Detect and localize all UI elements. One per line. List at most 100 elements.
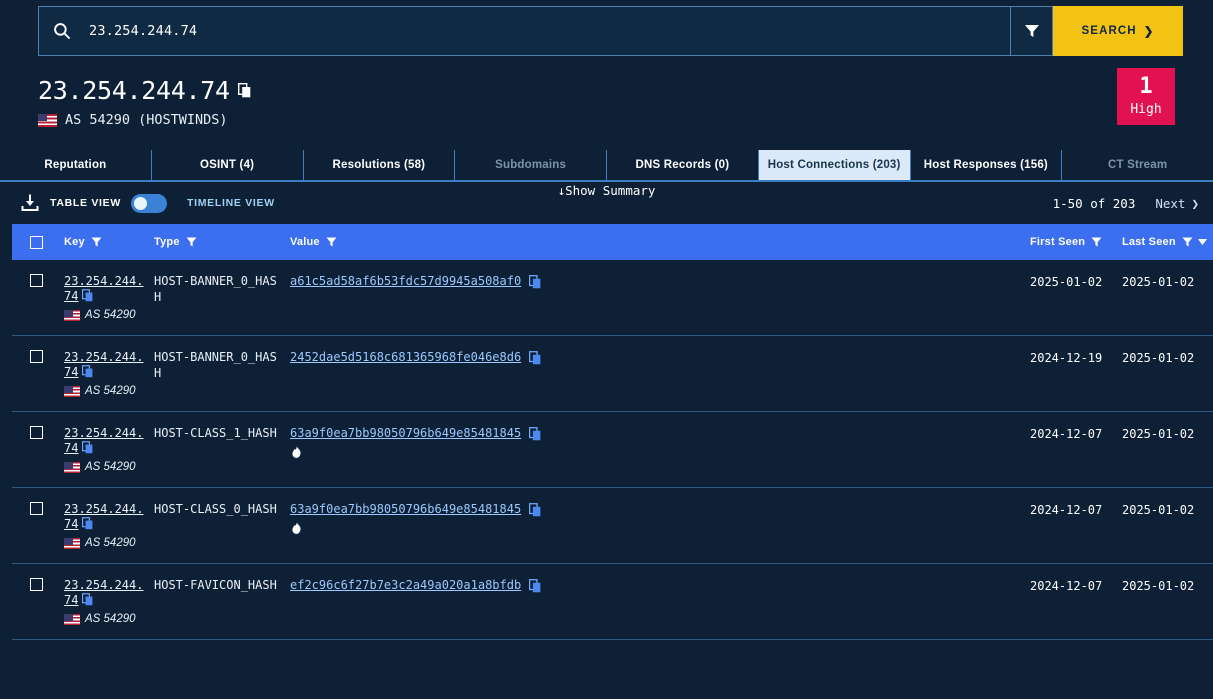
us-flag-icon: [64, 309, 80, 321]
copy-icon[interactable]: [237, 83, 251, 98]
download-icon[interactable]: [20, 193, 40, 213]
cell-value: 63a9f0ea7bb98050796b649e85481845: [286, 411, 1026, 488]
tab-ct-stream: CT Stream: [1107, 159, 1168, 171]
copy-icon[interactable]: [529, 275, 541, 289]
copy-icon[interactable]: [529, 579, 541, 593]
row-checkbox[interactable]: [30, 426, 43, 439]
cell-first-seen: 2025-01-02: [1026, 260, 1118, 336]
cell-last-seen: 2025-01-02: [1118, 411, 1213, 488]
flame-icon: [291, 521, 302, 535]
tab-host-connections[interactable]: Host Connections (203): [758, 150, 911, 180]
column-label-last-seen: Last Seen: [1122, 236, 1176, 248]
us-flag-icon: [64, 385, 80, 397]
key-link[interactable]: 23.254.244.74: [64, 274, 143, 303]
cell-first-seen: 2024-12-19: [1026, 335, 1118, 412]
us-flag-icon: [64, 461, 80, 473]
search-bar: 23.254.244.74 SEARCH ❯: [38, 6, 1183, 56]
value-link[interactable]: 2452dae5d5168c681365968fe046e8d6: [290, 350, 521, 364]
search-input[interactable]: 23.254.244.74: [38, 6, 1011, 56]
row-asn: AS 54290: [64, 537, 146, 549]
copy-icon[interactable]: [529, 427, 541, 441]
row-checkbox-cell: [12, 335, 60, 412]
row-checkbox[interactable]: [30, 578, 43, 591]
copy-icon[interactable]: [81, 517, 93, 530]
row-checkbox-cell: [12, 411, 60, 488]
funnel-icon[interactable]: [186, 237, 197, 247]
funnel-icon[interactable]: [1091, 237, 1102, 247]
copy-icon[interactable]: [81, 365, 93, 378]
cell-last-seen: 2025-01-02: [1118, 335, 1213, 412]
tab-osint[interactable]: OSINT (4): [152, 150, 304, 180]
tab-host-responses[interactable]: Host Responses (156): [911, 150, 1063, 180]
row-asn-label: AS 54290: [85, 537, 136, 549]
next-page-button[interactable]: Next ❯: [1155, 196, 1199, 211]
row-checkbox[interactable]: [30, 350, 43, 363]
table-toolbar: TABLE VIEW TIMELINE VIEW ↓Show Summary 1…: [0, 182, 1213, 224]
cell-type: HOST-BANNER_0_HASH: [150, 335, 286, 412]
column-header-type[interactable]: Type: [150, 224, 286, 260]
tab-reputation[interactable]: Reputation: [0, 150, 152, 180]
row-checkbox-cell: [12, 487, 60, 564]
copy-icon[interactable]: [81, 441, 93, 454]
search-filter-button[interactable]: [1011, 6, 1053, 56]
pagination: 1-50 of 203 Next ❯: [1053, 196, 1199, 211]
cell-last-seen: 2025-01-02: [1118, 260, 1213, 336]
key-link[interactable]: 23.254.244.74: [64, 578, 143, 607]
view-mode-toggle[interactable]: [130, 193, 167, 213]
funnel-icon[interactable]: [1182, 237, 1193, 247]
cell-value: ef2c96c6f27b7e3c2a49a020a1a8bfdb: [286, 563, 1026, 640]
row-checkbox[interactable]: [30, 274, 43, 287]
column-header-first-seen[interactable]: First Seen: [1026, 224, 1118, 260]
table-body: 23.254.244.74 AS 54290 HOST-BANNER_0_HASH…: [12, 260, 1213, 640]
funnel-icon[interactable]: [326, 237, 337, 247]
next-page-label: Next: [1155, 195, 1186, 211]
row-checkbox[interactable]: [30, 502, 43, 515]
sort-descending-icon[interactable]: [1197, 239, 1207, 245]
cell-last-seen: 2025-01-02: [1118, 563, 1213, 640]
copy-icon[interactable]: [529, 503, 541, 517]
table-row: 23.254.244.74 AS 54290 HOST-FAVICON_HASH e…: [12, 563, 1213, 640]
value-link[interactable]: 63a9f0ea7bb98050796b649e85481845: [290, 426, 521, 440]
tab-dns-records[interactable]: DNS Records (0): [607, 150, 759, 180]
funnel-icon: [1024, 25, 1039, 37]
column-header-value[interactable]: Value: [286, 224, 1026, 260]
row-checkbox-cell: [12, 260, 60, 336]
tab-subdomains: Subdomains: [455, 150, 607, 180]
pagination-range: 1-50 of 203: [1052, 195, 1136, 211]
copy-icon[interactable]: [529, 351, 541, 365]
row-checkbox-cell: [12, 563, 60, 640]
show-summary-button[interactable]: ↓Show Summary: [558, 183, 656, 198]
value-link[interactable]: 63a9f0ea7bb98050796b649e85481845: [290, 502, 521, 516]
search-button[interactable]: SEARCH ❯: [1053, 6, 1183, 56]
key-link[interactable]: 23.254.244.74: [64, 426, 143, 455]
column-label-type: Type: [154, 236, 180, 248]
cell-type: HOST-CLASS_1_HASH: [150, 411, 286, 488]
timeline-view-label[interactable]: TIMELINE VIEW: [187, 197, 275, 209]
cell-type: HOST-CLASS_0_HASH: [150, 487, 286, 564]
row-asn: AS 54290: [64, 613, 146, 625]
value-link[interactable]: a61c5ad58af6b53fdc57d9945a508af0: [290, 274, 521, 288]
column-label-first-seen: First Seen: [1030, 236, 1086, 248]
value-link[interactable]: ef2c96c6f27b7e3c2a49a020a1a8bfdb: [290, 578, 521, 592]
key-link[interactable]: 23.254.244.74: [64, 350, 143, 379]
key-link[interactable]: 23.254.244.74: [64, 502, 143, 531]
select-all-checkbox[interactable]: [30, 235, 43, 249]
entity-asn-line: AS 54290 (HOSTWINDS): [38, 112, 1213, 128]
table-row: 23.254.244.74 AS 54290 HOST-CLASS_1_HASH 6…: [12, 411, 1213, 488]
row-asn: AS 54290: [64, 461, 146, 473]
tab-resolutions[interactable]: Resolutions (58): [304, 150, 456, 180]
table-view-label[interactable]: TABLE VIEW: [50, 197, 121, 209]
column-header-key[interactable]: Key: [60, 224, 150, 260]
copy-icon[interactable]: [81, 593, 93, 606]
column-header-last-seen[interactable]: Last Seen: [1118, 224, 1213, 260]
funnel-icon[interactable]: [91, 237, 102, 247]
page-title: 23.254.244.74: [38, 76, 1213, 105]
row-asn-label: AS 54290: [85, 461, 136, 473]
chevron-right-icon: ❯: [1143, 26, 1155, 38]
entity-header: 23.254.244.74 AS 54290 (HOSTWINDS) 1 Hig…: [38, 68, 1213, 128]
table-head: Key Type Value First Seen Last Seen: [12, 224, 1213, 260]
search-button-label: SEARCH: [1081, 25, 1137, 37]
cell-value: 63a9f0ea7bb98050796b649e85481845: [286, 487, 1026, 564]
status-badge[interactable]: 1 High: [1117, 68, 1175, 125]
copy-icon[interactable]: [81, 289, 93, 302]
